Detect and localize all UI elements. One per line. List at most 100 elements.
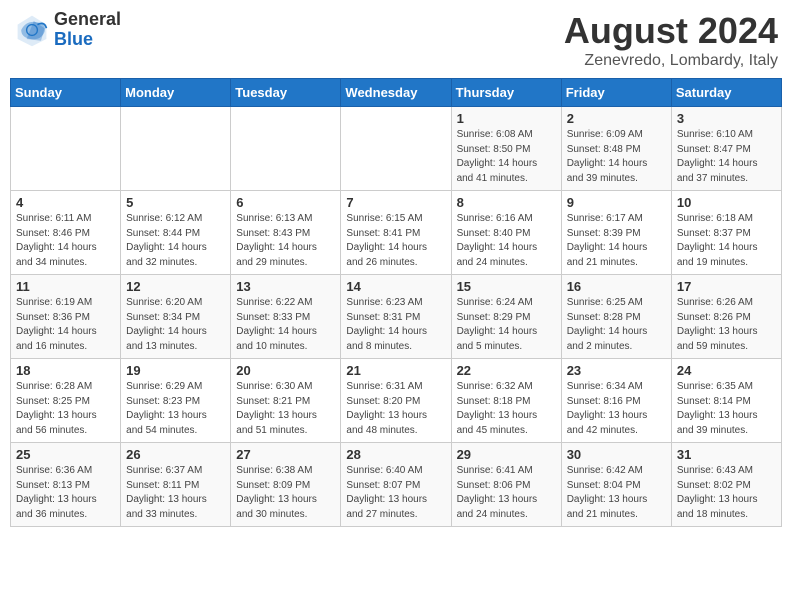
- main-title: August 2024: [564, 10, 778, 52]
- calendar-cell: 14 Sunrise: 6:23 AMSunset: 8:31 PMDayligh…: [341, 275, 451, 359]
- day-info: Sunrise: 6:36 AMSunset: 8:13 PMDaylight:…: [16, 464, 115, 522]
- day-info: Sunrise: 6:29 AMSunset: 8:23 PMDaylight:…: [126, 380, 225, 438]
- day-number: 13: [236, 279, 335, 294]
- calendar-cell: 16Sunrise: 6:25 AMSunset: 8:28 PMDayligh…: [561, 275, 671, 359]
- day-info: Sunrise: 6:08 AMSunset: 8:50 PMDaylight:…: [457, 128, 556, 186]
- day-number: 3: [677, 111, 776, 126]
- title-block: August 2024 Zenevredo, Lombardy, Italy: [564, 10, 778, 70]
- calendar-cell: [121, 107, 231, 191]
- day-info: Sunrise: 6:26 AMSunset: 8:26 PMDaylight:…: [677, 296, 776, 354]
- calendar-cell: 17 Sunrise: 6:26 AMSunset: 8:26 PMDayligh…: [671, 275, 781, 359]
- calendar-cell: 5Sunrise: 6:12 AMSunset: 8:44 PMDaylight…: [121, 191, 231, 275]
- column-header-saturday: Saturday: [671, 79, 781, 107]
- calendar-cell: 8Sunrise: 6:16 AMSunset: 8:40 PMDaylight…: [451, 191, 561, 275]
- logo-blue: Blue: [54, 30, 121, 50]
- day-number: 31: [677, 447, 776, 462]
- day-info: Sunrise: 6:17 AMSunset: 8:39 PMDaylight:…: [567, 212, 666, 270]
- day-info: Sunrise: 6:41 AMSunset: 8:06 PMDaylight:…: [457, 464, 556, 522]
- column-header-wednesday: Wednesday: [341, 79, 451, 107]
- day-number: 28: [346, 447, 445, 462]
- day-info: Sunrise: 6:42 AMSunset: 8:04 PMDaylight:…: [567, 464, 666, 522]
- calendar-cell: 18Sunrise: 6:28 AMSunset: 8:25 PMDayligh…: [11, 359, 121, 443]
- day-number: 4: [16, 195, 115, 210]
- calendar-cell: 21Sunrise: 6:31 AMSunset: 8:20 PMDayligh…: [341, 359, 451, 443]
- calendar-week-row: 11 Sunrise: 6:19 AMSunset: 8:36 PMDayligh…: [11, 275, 782, 359]
- calendar-cell: 25 Sunrise: 6:36 AMSunset: 8:13 PMDayligh…: [11, 443, 121, 527]
- day-number: 22: [457, 363, 556, 378]
- day-number: 27: [236, 447, 335, 462]
- day-number: 7: [346, 195, 445, 210]
- day-info: Sunrise: 6:09 AMSunset: 8:48 PMDaylight:…: [567, 128, 666, 186]
- day-info: Sunrise: 6:30 AMSunset: 8:21 PMDaylight:…: [236, 380, 335, 438]
- day-number: 5: [126, 195, 225, 210]
- calendar-cell: 9Sunrise: 6:17 AMSunset: 8:39 PMDaylight…: [561, 191, 671, 275]
- day-info: Sunrise: 6:40 AMSunset: 8:07 PMDaylight:…: [346, 464, 445, 522]
- day-number: 2: [567, 111, 666, 126]
- day-info: Sunrise: 6:35 AMSunset: 8:14 PMDaylight:…: [677, 380, 776, 438]
- day-info: Sunrise: 6:22 AMSunset: 8:33 PMDaylight:…: [236, 296, 335, 354]
- calendar-cell: 29 Sunrise: 6:41 AMSunset: 8:06 PMDayligh…: [451, 443, 561, 527]
- day-info: Sunrise: 6:19 AMSunset: 8:36 PMDaylight:…: [16, 296, 115, 354]
- column-header-monday: Monday: [121, 79, 231, 107]
- day-number: 11: [16, 279, 115, 294]
- calendar-cell: 22 Sunrise: 6:32 AMSunset: 8:18 PMDayligh…: [451, 359, 561, 443]
- day-info: Sunrise: 6:23 AMSunset: 8:31 PMDaylight:…: [346, 296, 445, 354]
- calendar-table: SundayMondayTuesdayWednesdayThursdayFrid…: [10, 78, 782, 527]
- calendar-cell: 31 Sunrise: 6:43 AMSunset: 8:02 PMDayligh…: [671, 443, 781, 527]
- day-number: 10: [677, 195, 776, 210]
- day-number: 1: [457, 111, 556, 126]
- day-info: Sunrise: 6:13 AMSunset: 8:43 PMDaylight:…: [236, 212, 335, 270]
- calendar-cell: 28 Sunrise: 6:40 AMSunset: 8:07 PMDayligh…: [341, 443, 451, 527]
- column-header-thursday: Thursday: [451, 79, 561, 107]
- logo-general: General: [54, 10, 121, 30]
- day-info: Sunrise: 6:24 AMSunset: 8:29 PMDaylight:…: [457, 296, 556, 354]
- day-info: Sunrise: 6:15 AMSunset: 8:41 PMDaylight:…: [346, 212, 445, 270]
- day-number: 24: [677, 363, 776, 378]
- calendar-week-row: 25 Sunrise: 6:36 AMSunset: 8:13 PMDayligh…: [11, 443, 782, 527]
- calendar-cell: 2 Sunrise: 6:09 AMSunset: 8:48 PMDaylight…: [561, 107, 671, 191]
- column-header-friday: Friday: [561, 79, 671, 107]
- calendar-cell: 27Sunrise: 6:38 AMSunset: 8:09 PMDayligh…: [231, 443, 341, 527]
- day-info: Sunrise: 6:18 AMSunset: 8:37 PMDaylight:…: [677, 212, 776, 270]
- day-number: 21: [346, 363, 445, 378]
- day-info: Sunrise: 6:43 AMSunset: 8:02 PMDaylight:…: [677, 464, 776, 522]
- calendar-cell: 3Sunrise: 6:10 AMSunset: 8:47 PMDaylight…: [671, 107, 781, 191]
- day-number: 25: [16, 447, 115, 462]
- day-info: Sunrise: 6:34 AMSunset: 8:16 PMDaylight:…: [567, 380, 666, 438]
- day-info: Sunrise: 6:11 AMSunset: 8:46 PMDaylight:…: [16, 212, 115, 270]
- day-number: 19: [126, 363, 225, 378]
- calendar-cell: 19 Sunrise: 6:29 AMSunset: 8:23 PMDayligh…: [121, 359, 231, 443]
- page-header: General Blue August 2024 Zenevredo, Lomb…: [10, 10, 782, 70]
- day-info: Sunrise: 6:32 AMSunset: 8:18 PMDaylight:…: [457, 380, 556, 438]
- calendar-cell: 1 Sunrise: 6:08 AMSunset: 8:50 PMDaylight…: [451, 107, 561, 191]
- day-number: 14: [346, 279, 445, 294]
- logo-icon: [14, 12, 50, 48]
- column-header-tuesday: Tuesday: [231, 79, 341, 107]
- day-info: Sunrise: 6:20 AMSunset: 8:34 PMDaylight:…: [126, 296, 225, 354]
- day-number: 12: [126, 279, 225, 294]
- calendar-cell: 20 Sunrise: 6:30 AMSunset: 8:21 PMDayligh…: [231, 359, 341, 443]
- calendar-cell: 15 Sunrise: 6:24 AMSunset: 8:29 PMDayligh…: [451, 275, 561, 359]
- day-number: 23: [567, 363, 666, 378]
- calendar-week-row: 1 Sunrise: 6:08 AMSunset: 8:50 PMDaylight…: [11, 107, 782, 191]
- day-number: 17: [677, 279, 776, 294]
- calendar-cell: [11, 107, 121, 191]
- day-number: 26: [126, 447, 225, 462]
- day-number: 29: [457, 447, 556, 462]
- logo-text: General Blue: [54, 10, 121, 50]
- calendar-cell: 12 Sunrise: 6:20 AMSunset: 8:34 PMDayligh…: [121, 275, 231, 359]
- day-number: 20: [236, 363, 335, 378]
- calendar-cell: 23 Sunrise: 6:34 AMSunset: 8:16 PMDayligh…: [561, 359, 671, 443]
- day-number: 6: [236, 195, 335, 210]
- sub-title: Zenevredo, Lombardy, Italy: [564, 52, 778, 70]
- calendar-cell: [341, 107, 451, 191]
- day-info: Sunrise: 6:16 AMSunset: 8:40 PMDaylight:…: [457, 212, 556, 270]
- calendar-cell: 30Sunrise: 6:42 AMSunset: 8:04 PMDayligh…: [561, 443, 671, 527]
- day-number: 15: [457, 279, 556, 294]
- calendar-cell: 4 Sunrise: 6:11 AMSunset: 8:46 PMDaylight…: [11, 191, 121, 275]
- column-header-sunday: Sunday: [11, 79, 121, 107]
- calendar-cell: 7 Sunrise: 6:15 AMSunset: 8:41 PMDaylight…: [341, 191, 451, 275]
- logo: General Blue: [14, 10, 121, 50]
- day-info: Sunrise: 6:28 AMSunset: 8:25 PMDaylight:…: [16, 380, 115, 438]
- day-info: Sunrise: 6:25 AMSunset: 8:28 PMDaylight:…: [567, 296, 666, 354]
